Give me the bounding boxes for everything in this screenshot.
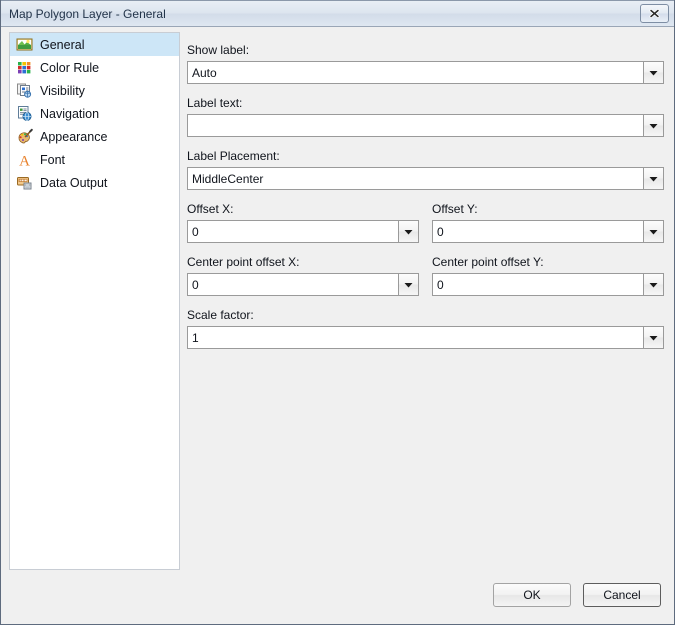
show-label-dropdown-button[interactable] bbox=[643, 62, 663, 83]
chevron-down-icon bbox=[404, 282, 413, 288]
settings-form: Show label: Auto Label text: Label Place… bbox=[187, 43, 664, 361]
center-point-offset-x-value[interactable]: 0 bbox=[188, 274, 398, 295]
sidebar-item-font[interactable]: A Font bbox=[10, 148, 179, 171]
field-center-point-offset-x: Center point offset X: 0 bbox=[187, 255, 419, 296]
center-point-offset-x-combobox[interactable]: 0 bbox=[187, 273, 419, 296]
center-point-offset-x-dropdown-button[interactable] bbox=[398, 274, 418, 295]
field-label-text: Label text: bbox=[187, 96, 664, 137]
field-center-point-offset-y: Center point offset Y: 0 bbox=[432, 255, 664, 296]
chevron-down-icon bbox=[649, 282, 658, 288]
category-list[interactable]: General Color Rule Visibility Navigation… bbox=[9, 32, 180, 570]
close-icon bbox=[648, 8, 661, 19]
label-placement-dropdown-button[interactable] bbox=[643, 168, 663, 189]
center-point-offset-y-combobox[interactable]: 0 bbox=[432, 273, 664, 296]
close-button[interactable] bbox=[640, 4, 669, 23]
palette-icon bbox=[16, 128, 33, 145]
show-label-label: Show label: bbox=[187, 43, 250, 57]
ok-button[interactable]: OK bbox=[493, 583, 571, 607]
field-row-center-point-offset: Center point offset X: 0 Center point of… bbox=[187, 255, 664, 296]
color-grid-icon bbox=[16, 59, 33, 76]
chevron-down-icon bbox=[649, 123, 658, 129]
dialog-footer: OK Cancel bbox=[493, 583, 661, 607]
scale-factor-combobox[interactable]: 1 bbox=[187, 326, 664, 349]
show-label-combobox[interactable]: Auto bbox=[187, 61, 664, 84]
chevron-down-icon bbox=[404, 229, 413, 235]
label-placement-value[interactable]: MiddleCenter bbox=[188, 168, 643, 189]
label-text-label: Label text: bbox=[187, 96, 243, 110]
center-point-offset-x-label: Center point offset X: bbox=[187, 255, 300, 269]
sidebar-item-appearance[interactable]: Appearance bbox=[10, 125, 179, 148]
sidebar-item-label: Color Rule bbox=[40, 60, 100, 75]
svg-text:A: A bbox=[19, 154, 30, 169]
field-label-placement: Label Placement: MiddleCenter bbox=[187, 149, 664, 190]
chevron-down-icon bbox=[649, 70, 658, 76]
chevron-down-icon bbox=[649, 335, 658, 341]
title-bar: Map Polygon Layer - General bbox=[1, 0, 674, 27]
field-show-label: Show label: Auto bbox=[187, 43, 664, 84]
offset-x-value[interactable]: 0 bbox=[188, 221, 398, 242]
offset-x-combobox[interactable]: 0 bbox=[187, 220, 419, 243]
dialog-body: General Color Rule Visibility Navigation… bbox=[1, 27, 674, 624]
sidebar-item-general[interactable]: General bbox=[10, 33, 179, 56]
sidebar-item-label: Font bbox=[40, 152, 66, 167]
sidebar-item-color-rule[interactable]: Color Rule bbox=[10, 56, 179, 79]
offset-y-dropdown-button[interactable] bbox=[643, 221, 663, 242]
field-row-offset: Offset X: 0 Offset Y: 0 bbox=[187, 202, 664, 243]
sidebar-item-label: Visibility bbox=[40, 83, 85, 98]
label-text-value[interactable] bbox=[188, 115, 643, 136]
sidebar-item-label: Appearance bbox=[40, 129, 108, 144]
center-point-offset-y-value[interactable]: 0 bbox=[433, 274, 643, 295]
center-point-offset-y-dropdown-button[interactable] bbox=[643, 274, 663, 295]
label-text-dropdown-button[interactable] bbox=[643, 115, 663, 136]
sidebar-item-label: General bbox=[40, 37, 85, 52]
font-a-icon: A bbox=[16, 151, 33, 170]
center-point-offset-y-label: Center point offset Y: bbox=[432, 255, 544, 269]
offset-y-value[interactable]: 0 bbox=[433, 221, 643, 242]
data-output-icon bbox=[16, 174, 33, 191]
offset-x-dropdown-button[interactable] bbox=[398, 221, 418, 242]
scale-factor-dropdown-button[interactable] bbox=[643, 327, 663, 348]
offset-y-label: Offset Y: bbox=[432, 202, 478, 216]
window-title: Map Polygon Layer - General bbox=[9, 7, 166, 21]
label-placement-combobox[interactable]: MiddleCenter bbox=[187, 167, 664, 190]
show-label-value[interactable]: Auto bbox=[188, 62, 643, 83]
sidebar-item-data-output[interactable]: Data Output bbox=[10, 171, 179, 194]
cancel-button[interactable]: Cancel bbox=[583, 583, 661, 607]
chevron-down-icon bbox=[649, 176, 658, 182]
field-scale-factor: Scale factor: 1 bbox=[187, 308, 664, 349]
offset-y-combobox[interactable]: 0 bbox=[432, 220, 664, 243]
sidebar-item-label: Navigation bbox=[40, 106, 100, 121]
visibility-icon bbox=[16, 82, 33, 99]
offset-x-label: Offset X: bbox=[187, 202, 234, 216]
label-placement-label: Label Placement: bbox=[187, 149, 280, 163]
scale-factor-value[interactable]: 1 bbox=[188, 327, 643, 348]
dialog-window: Map Polygon Layer - General General Colo… bbox=[0, 0, 675, 625]
sidebar-item-visibility[interactable]: Visibility bbox=[10, 79, 179, 102]
sidebar-item-label: Data Output bbox=[40, 175, 108, 190]
sidebar-item-navigation[interactable]: Navigation bbox=[10, 102, 179, 125]
field-offset-y: Offset Y: 0 bbox=[432, 202, 664, 243]
chevron-down-icon bbox=[649, 229, 658, 235]
picture-icon bbox=[16, 36, 33, 53]
scale-factor-label: Scale factor: bbox=[187, 308, 254, 322]
label-text-combobox[interactable] bbox=[187, 114, 664, 137]
field-offset-x: Offset X: 0 bbox=[187, 202, 419, 243]
navigation-icon bbox=[16, 105, 33, 122]
